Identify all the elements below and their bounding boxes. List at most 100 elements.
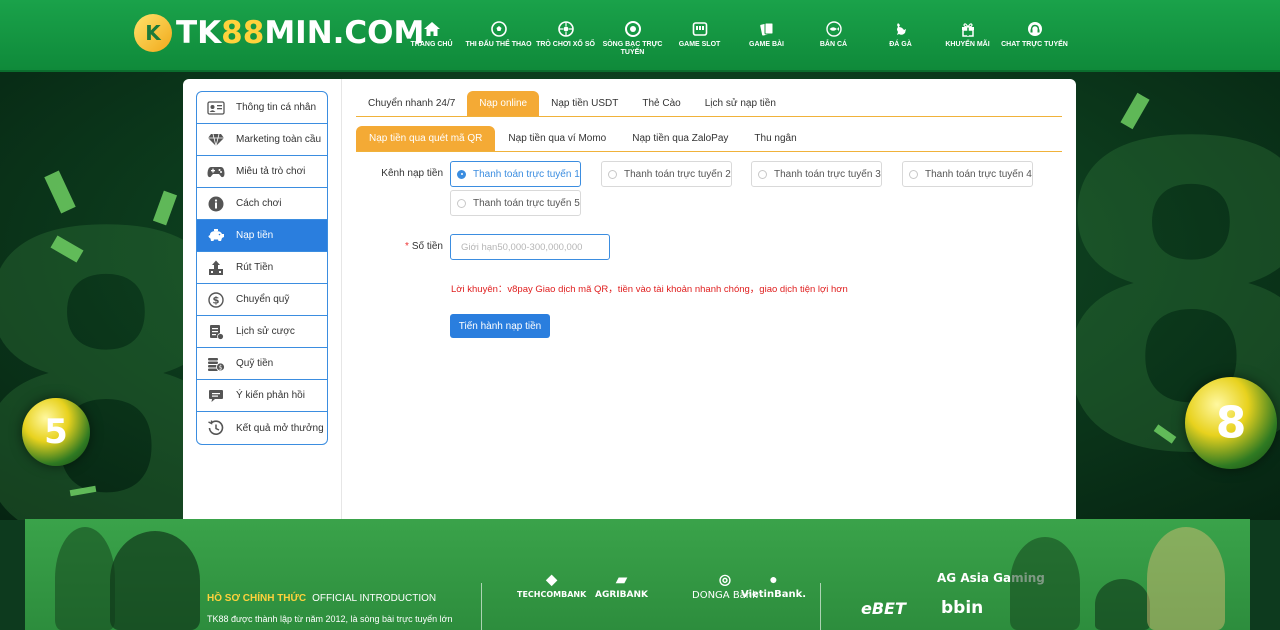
sidebar-item-label: Ý kiến phản hồi — [236, 390, 305, 401]
logo-mark: K — [145, 21, 161, 45]
partner-bbin-logo: bbin — [941, 598, 984, 618]
sidebar-item-draw-results[interactable]: Kết quả mở thưởng — [197, 412, 327, 444]
techcombank-logo-icon: ◆ — [546, 571, 558, 587]
tab-usdt-deposit[interactable]: Nạp tiền USDT — [539, 91, 630, 116]
nav-item-slot[interactable]: GAME SLOT — [666, 20, 733, 57]
id-card-icon — [207, 99, 225, 117]
chat-bubble-icon — [207, 387, 225, 405]
tab-fast-transfer[interactable]: Chuyển nhanh 24/7 — [356, 91, 467, 116]
gift-icon — [959, 20, 977, 38]
sidebar-item-transfer[interactable]: $ Chuyển quỹ — [197, 284, 327, 316]
tab-online-deposit[interactable]: Nạp online — [467, 91, 540, 116]
nav-label: BẮN CÁ — [819, 41, 848, 48]
sidebar-item-profile[interactable]: Thông tin cá nhân — [197, 92, 327, 124]
main-nav: TRANG CHỦ THI ĐẤU THỂ THAO TRÒ CHƠI XỔ S… — [398, 20, 1068, 57]
site-logo[interactable]: K TK88MIN.COM — [134, 14, 424, 52]
slot-machine-icon — [691, 20, 709, 38]
footer-divider — [481, 583, 482, 630]
sidebar-item-label: Miêu tả trò chơi — [236, 166, 306, 177]
home-icon — [423, 20, 441, 38]
lottery-ball-left: 5 — [22, 398, 90, 466]
nav-item-home[interactable]: TRANG CHỦ — [398, 20, 465, 57]
channel-option-1[interactable]: Thanh toán trực tuyến 1 — [450, 161, 581, 187]
casino-chip-icon — [624, 20, 642, 38]
piggy-bank-icon — [207, 227, 225, 245]
vietinbank-logo-icon: ● — [769, 571, 778, 587]
required-mark: * — [404, 241, 409, 252]
site-header: K TK88MIN.COM TRANG CHỦ THI ĐẤU THỂ THAO… — [0, 0, 1280, 72]
sidebar-item-label: Cách chơi — [236, 198, 282, 209]
sidebar-item-feedback[interactable]: Ý kiến phản hồi — [197, 380, 327, 412]
logo-prefix: TK — [176, 15, 222, 51]
submit-deposit-button[interactable]: Tiến hành nạp tiền — [450, 314, 550, 338]
channel-option-label: Thanh toán trực tuyến 5 — [473, 197, 580, 209]
footballer-image — [110, 531, 200, 630]
sidebar-item-game-description[interactable]: Miêu tả trò chơi — [197, 156, 327, 188]
radio-icon — [457, 198, 466, 208]
diamond-icon — [207, 131, 225, 149]
channel-option-label: Thanh toán trực tuyến 1 — [473, 168, 580, 180]
footer-title-rest: OFFICIAL INTRODUCTION — [312, 593, 437, 604]
logo-text: TK88MIN.COM — [176, 15, 424, 51]
channel-option-2[interactable]: Thanh toán trực tuyến 2 — [601, 161, 732, 187]
panel-divider — [341, 79, 342, 520]
partner-ebet-logo: eBET — [861, 599, 906, 618]
tab-zalopay-deposit[interactable]: Nạp tiền qua ZaloPay — [619, 126, 741, 151]
bank-techcombank: ◆ TECHCOMBANK — [517, 571, 586, 599]
account-sidebar: Thông tin cá nhân Marketing toàn cầu Miê… — [196, 91, 328, 445]
svg-text:$: $ — [213, 295, 220, 306]
coins-icon: $ — [207, 355, 225, 373]
sidebar-item-funds[interactable]: $ Quỹ tiền — [197, 348, 327, 380]
channel-option-4[interactable]: Thanh toán trực tuyến 4 — [902, 161, 1033, 187]
nav-label: SÒNG BẠC TRỰC TUYẾN — [602, 41, 663, 56]
radio-icon — [758, 169, 767, 179]
sidebar-item-bet-history[interactable]: Lịch sử cược — [197, 316, 327, 348]
nav-label: TRANG CHỦ — [410, 41, 453, 48]
bank-name: VietinBank. — [741, 589, 807, 600]
deposit-advice-text: Lời khuyên：v8pay Giao dịch mã QR，tiền và… — [451, 284, 848, 295]
nav-item-casino[interactable]: SÒNG BẠC TRỰC TUYẾN — [599, 20, 666, 57]
sidebar-item-label: Thông tin cá nhân — [236, 102, 317, 113]
nav-item-cards[interactable]: GAME BÀI — [733, 20, 800, 57]
dealer-image — [1147, 527, 1225, 630]
sidebar-item-how-to-play[interactable]: Cách chơi — [197, 188, 327, 220]
logo-highlight: 88 — [221, 15, 265, 51]
tab-scratch-card[interactable]: Thẻ Cào — [630, 91, 692, 116]
tab-qr-deposit[interactable]: Nạp tiền qua quét mã QR — [356, 126, 496, 151]
nav-item-sports[interactable]: THI ĐẤU THỂ THAO — [465, 20, 532, 57]
sidebar-item-label: Rút Tiền — [236, 262, 274, 273]
nav-item-promotions[interactable]: KHUYẾN MÃI — [934, 20, 1001, 57]
footer-description: TK88 được thành lập từ năm 2012, là sòng… — [207, 614, 453, 624]
radio-icon — [457, 169, 466, 179]
sidebar-item-withdraw[interactable]: Rút Tiền — [197, 252, 327, 284]
sidebar-item-marketing[interactable]: Marketing toàn cầu — [197, 124, 327, 156]
footer-divider — [820, 583, 821, 630]
sidebar-item-label: Chuyển quỹ — [236, 294, 290, 305]
nav-item-fishing[interactable]: BẮN CÁ — [800, 20, 867, 57]
nav-label: KHUYẾN MÃI — [945, 41, 990, 48]
channel-option-3[interactable]: Thanh toán trực tuyến 3 — [751, 161, 882, 187]
online-deposit-subtabs: Nạp tiền qua quét mã QR Nạp tiền qua ví … — [356, 126, 1062, 152]
nav-item-lottery[interactable]: TRÒ CHƠI XỔ SỐ — [532, 20, 599, 57]
dollar-circle-icon: $ — [207, 291, 225, 309]
tab-momo-deposit[interactable]: Nạp tiền qua ví Momo — [495, 126, 619, 151]
info-icon — [207, 195, 225, 213]
tab-deposit-history[interactable]: Lịch sử nạp tiền — [693, 91, 788, 116]
deposit-panel: Thông tin cá nhân Marketing toàn cầu Miê… — [183, 79, 1076, 520]
footer-intro-title: HỒ SƠ CHÍNH THỨC OFFICIAL INTRODUCTION — [207, 593, 436, 604]
nav-item-cockfight[interactable]: ĐÁ GÀ — [867, 20, 934, 57]
channel-option-label: Thanh toán trực tuyến 4 — [925, 168, 1032, 180]
sidebar-item-deposit[interactable]: Nạp tiền — [197, 220, 327, 252]
lottery-ball-right: 8 — [1185, 377, 1277, 469]
nav-label: TRÒ CHƠI XỔ SỐ — [536, 41, 595, 48]
tab-cashier[interactable]: Thu ngân — [741, 126, 809, 151]
nav-item-live-chat[interactable]: CHAT TRỰC TUYẾN — [1001, 20, 1068, 57]
gamepad-icon — [207, 163, 225, 181]
withdraw-icon — [207, 259, 225, 277]
amount-label: Số tiền — [411, 241, 443, 252]
nav-label: CHAT TRỰC TUYẾN — [1001, 41, 1068, 48]
amount-input[interactable] — [450, 234, 610, 260]
footer-title-highlight: HỒ SƠ CHÍNH THỨC — [207, 593, 307, 604]
dealer-image — [1095, 579, 1150, 630]
channel-option-5[interactable]: Thanh toán trực tuyến 5 — [450, 190, 581, 216]
